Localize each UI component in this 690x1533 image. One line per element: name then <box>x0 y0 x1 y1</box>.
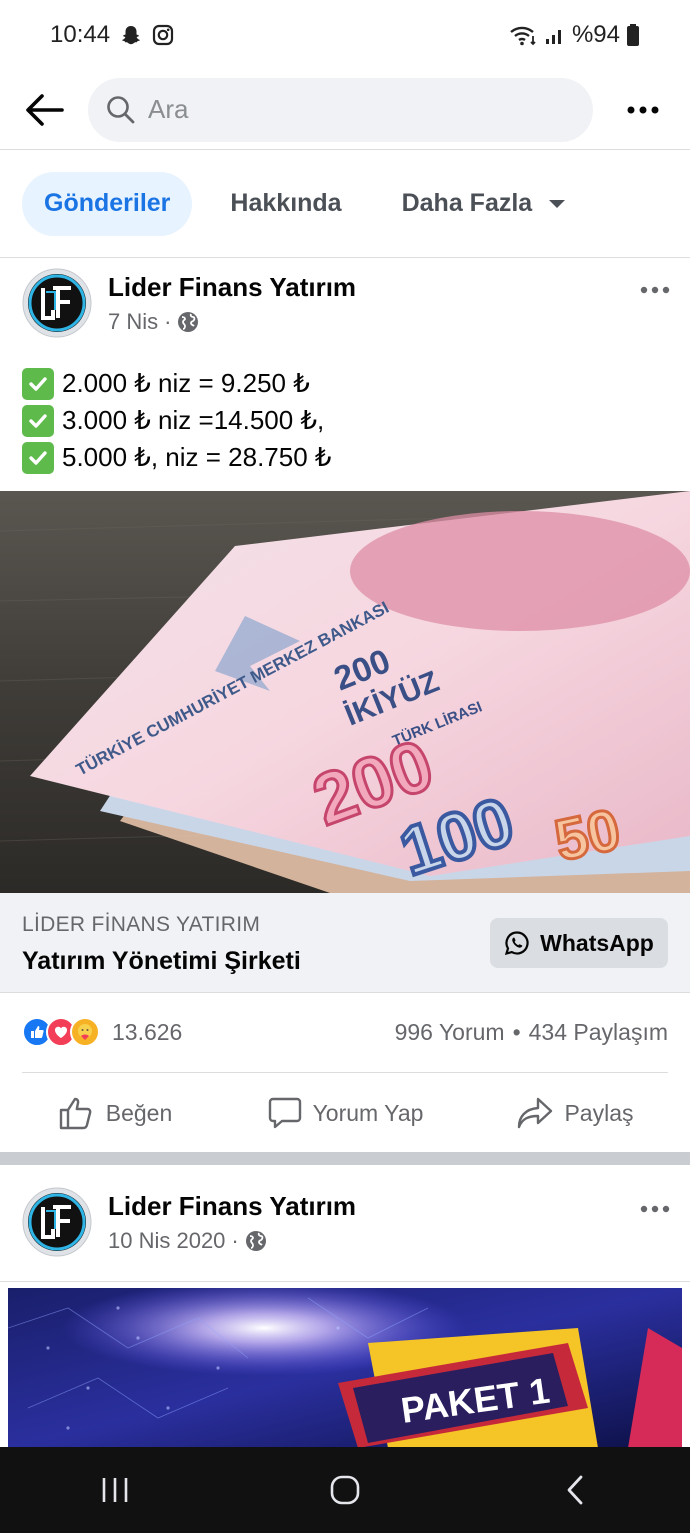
post-line: 3.000 ₺ niz =14.500 ₺, <box>22 402 331 439</box>
search-input[interactable] <box>148 94 548 125</box>
post-more-button[interactable] <box>620 1179 690 1239</box>
share-arrow-icon <box>518 1097 553 1129</box>
recent-apps-icon <box>102 1478 128 1502</box>
more-dots-icon <box>627 106 658 113</box>
post-image-banknotes[interactable]: TÜRKİYE CUMHURİYET MERKEZ BANKASI 200 İK… <box>0 491 690 893</box>
share-button[interactable]: Paylaş <box>460 1096 690 1130</box>
page-tabs: Gönderiler Hakkında Daha Fazla <box>0 150 690 258</box>
lider-finans-logo-icon <box>22 1187 92 1257</box>
whatsapp-button-label: WhatsApp <box>540 929 654 956</box>
system-back-button[interactable] <box>535 1460 615 1520</box>
arrow-left-icon <box>26 93 64 126</box>
search-icon <box>107 95 135 123</box>
lider-finans-logo-icon <box>22 268 92 338</box>
recent-apps-button[interactable] <box>75 1460 155 1520</box>
reactions-row: 13.626 996 Yorum • 434 Paylaşım <box>22 1010 668 1054</box>
post-date[interactable]: 7 Nis <box>108 309 158 335</box>
comment-bubble-icon <box>268 1097 301 1129</box>
feed-separator <box>0 1152 690 1165</box>
battery-percent: %94 <box>571 21 620 48</box>
comments-count[interactable]: 996 Yorum <box>395 1019 505 1046</box>
more-dots-icon <box>640 286 670 294</box>
tab-more[interactable]: Daha Fazla <box>380 172 589 236</box>
thumbs-up-icon <box>59 1097 92 1130</box>
dot-separator: · <box>164 308 172 334</box>
cta-label: LİDER FİNANS YATIRIM <box>22 913 261 936</box>
post-header: Lider Finans Yatırım 7 Nis · <box>0 258 690 348</box>
globe-icon <box>178 311 199 332</box>
post-page-name[interactable]: Lider Finans Yatırım <box>108 272 356 303</box>
search-bar[interactable] <box>88 77 593 142</box>
like-button[interactable]: Beğen <box>0 1095 230 1131</box>
page-avatar[interactable] <box>22 1187 92 1257</box>
post-line: 5.000 ₺, niz = 28.750 ₺ <box>22 439 331 476</box>
snapchat-icon <box>120 24 142 46</box>
home-button[interactable] <box>305 1460 385 1520</box>
home-icon <box>330 1475 360 1505</box>
tab-posts[interactable]: Gönderiler <box>22 171 193 236</box>
cta-bar[interactable]: LİDER FİNANS YATIRIM Yatırım Yönetimi Şi… <box>0 893 690 993</box>
post-actions: Beğen Yorum Yap Paylaş <box>0 1075 690 1151</box>
header-more-button[interactable] <box>595 70 690 150</box>
like-label: Beğen <box>105 1099 173 1126</box>
care-reaction-icon <box>70 1017 100 1047</box>
system-nav-bar <box>0 1447 690 1533</box>
caret-down-icon <box>549 199 566 208</box>
search-header <box>0 70 690 150</box>
whatsapp-icon <box>505 931 529 956</box>
divider <box>22 1072 668 1073</box>
post-image-paket[interactable]: PAKET 1 <box>8 1288 682 1448</box>
cta-title: Yatırım Yönetimi Şirketi <box>22 947 301 975</box>
post-line-text: 2.000 ₺ niz = 9.250 ₺ <box>62 368 310 398</box>
shares-count[interactable]: 434 Paylaşım <box>529 1019 668 1046</box>
divider <box>0 1281 690 1282</box>
post-more-button[interactable] <box>620 260 690 320</box>
page-avatar[interactable] <box>22 268 92 338</box>
tab-more-label: Daha Fazla <box>401 189 533 217</box>
globe-icon <box>245 1230 266 1251</box>
post-date[interactable]: 10 Nis 2020 <box>108 1228 225 1254</box>
tab-about[interactable]: Hakkında <box>208 172 363 236</box>
post-line-text: 3.000 ₺ niz =14.500 ₺, <box>62 405 325 435</box>
status-bar: 10:44 %94 <box>0 0 690 70</box>
post-line-text: 5.000 ₺, niz = 28.750 ₺ <box>62 442 332 472</box>
reaction-icons[interactable] <box>22 1017 100 1047</box>
comment-label: Yorum Yap <box>312 1099 424 1126</box>
wifi-icon <box>508 24 538 46</box>
status-time: 10:44 <box>50 21 111 48</box>
reactions-count[interactable]: 13.626 <box>112 1019 182 1046</box>
comment-button[interactable]: Yorum Yap <box>230 1095 460 1131</box>
dot-separator: • <box>512 1018 521 1045</box>
banknote-50: 50 <box>549 797 626 874</box>
post-page-name[interactable]: Lider Finans Yatırım <box>108 1191 356 1222</box>
check-mark-icon <box>22 367 54 400</box>
post-line: 2.000 ₺ niz = 9.250 ₺ <box>22 365 331 402</box>
whatsapp-button[interactable]: WhatsApp <box>490 918 668 968</box>
check-mark-icon <box>22 441 54 474</box>
signal-icon <box>544 24 566 46</box>
instagram-icon <box>152 24 174 46</box>
chevron-left-icon <box>567 1475 583 1505</box>
more-dots-icon <box>640 1205 670 1213</box>
post-header: Lider Finans Yatırım 10 Nis 2020 · <box>0 1177 690 1267</box>
battery-icon <box>626 23 640 47</box>
back-button[interactable] <box>0 70 88 150</box>
share-label: Paylaş <box>564 1099 634 1126</box>
check-mark-icon <box>22 404 54 437</box>
dot-separator: · <box>231 1227 239 1253</box>
post-text: 2.000 ₺ niz = 9.250 ₺ 3.000 ₺ niz =14.50… <box>22 365 331 476</box>
